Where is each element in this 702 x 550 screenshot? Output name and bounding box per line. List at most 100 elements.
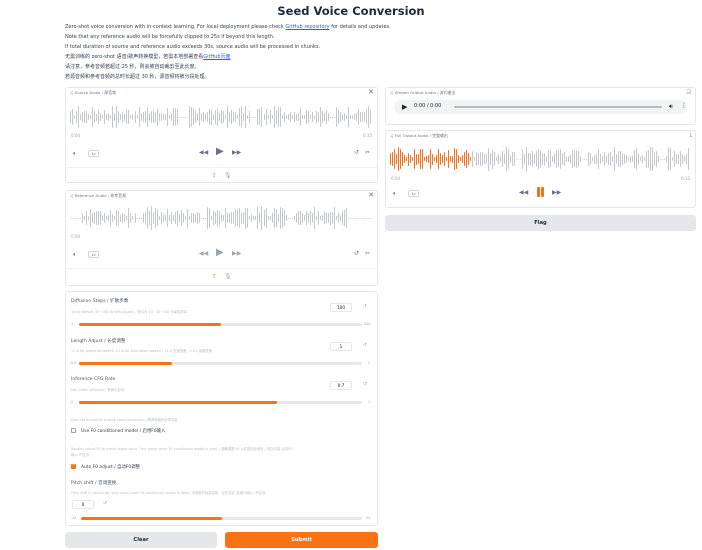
waveform-bar bbox=[96, 113, 98, 121]
waveform-bar bbox=[305, 211, 307, 225]
length-adjust-input[interactable]: 1 bbox=[330, 342, 352, 351]
waveform-bar bbox=[112, 214, 114, 222]
cfg-rate-slider[interactable] bbox=[79, 401, 362, 404]
github-link[interactable]: GitHub repository bbox=[285, 24, 329, 30]
volume-icon[interactable]: 🔈︎ bbox=[73, 251, 77, 258]
waveform-bar bbox=[522, 149, 523, 169]
waveform-bar bbox=[74, 114, 75, 120]
undo-icon[interactable]: ↺ bbox=[354, 149, 359, 156]
waveform-bar bbox=[662, 158, 663, 160]
full-output-waveform[interactable] bbox=[390, 144, 691, 174]
waveform-bar bbox=[352, 217, 354, 219]
playback-speed-button[interactable]: 1x bbox=[88, 150, 99, 157]
rewind-icon[interactable]: ◀◀ bbox=[199, 250, 208, 257]
pitch-shift-slider[interactable] bbox=[81, 517, 362, 520]
github-page-link[interactable]: GitHub页面 bbox=[203, 54, 230, 60]
stream-seek-bar[interactable] bbox=[454, 106, 662, 108]
auto-f0-checkbox[interactable]: ✓ bbox=[71, 463, 76, 469]
playback-speed-button[interactable]: 1x bbox=[408, 190, 419, 197]
waveform-bar bbox=[146, 107, 148, 127]
diffusion-steps-slider[interactable] bbox=[79, 323, 362, 326]
pitch-shift-min: -24 bbox=[71, 516, 77, 520]
play-icon[interactable]: ▶ bbox=[216, 147, 224, 157]
waveform-bar bbox=[311, 212, 313, 224]
undo-icon[interactable]: ↺ bbox=[354, 250, 359, 257]
waveform-bar bbox=[610, 152, 611, 166]
waveform-bar bbox=[188, 215, 190, 221]
waveform-bar bbox=[104, 110, 106, 124]
submit-button[interactable]: Submit bbox=[225, 532, 378, 548]
waveform-bar bbox=[257, 108, 259, 126]
upload-icon[interactable]: ⇪ bbox=[212, 273, 217, 280]
waveform-bar bbox=[478, 153, 479, 165]
waveform-bar bbox=[448, 150, 449, 168]
volume-icon[interactable]: 🔈︎ bbox=[393, 190, 397, 197]
close-icon[interactable]: ✕ bbox=[368, 89, 374, 96]
waveform-bar bbox=[588, 152, 589, 166]
download-icon[interactable]: ⤓ bbox=[690, 132, 692, 139]
waveform-bar bbox=[215, 211, 217, 225]
diffusion-steps-input[interactable]: 100 bbox=[330, 303, 352, 312]
waveform-bar bbox=[454, 147, 455, 171]
reference-waveform[interactable] bbox=[70, 203, 373, 233]
reset-icon[interactable]: ↺ bbox=[103, 501, 107, 506]
flag-button[interactable]: Flag bbox=[385, 215, 696, 231]
upload-icon[interactable]: ⇪ bbox=[212, 172, 217, 179]
pitch-shift-input[interactable]: 0 bbox=[72, 500, 94, 509]
clear-button[interactable]: Clear bbox=[65, 532, 217, 548]
source-waveform[interactable] bbox=[70, 102, 373, 132]
stream-output-panel: ♫ Stream Output Audio / 流式输出 👤︎ ▶ 0:00 /… bbox=[385, 87, 696, 125]
waveform-bar bbox=[678, 154, 679, 164]
volume-icon[interactable]: 🔈︎ bbox=[73, 150, 77, 157]
waveform-bar bbox=[217, 209, 219, 227]
waveform-bar bbox=[201, 112, 202, 122]
trim-icon[interactable]: ✂ bbox=[365, 250, 370, 257]
stream-audio-player[interactable]: ▶ 0:00 / 0:00 🔊︎ ⋮ bbox=[394, 100, 687, 114]
close-icon[interactable]: ✕ bbox=[368, 192, 374, 199]
waveform-bar bbox=[72, 108, 73, 126]
volume-icon[interactable]: 🔊︎ bbox=[669, 103, 673, 111]
playback-speed-button[interactable]: 1x bbox=[88, 251, 99, 258]
microphone-icon[interactable]: 🎙︎ bbox=[224, 172, 232, 179]
waveform-bar bbox=[209, 109, 210, 125]
diffusion-steps-label: Diffusion Steps / 扩散步数 bbox=[71, 299, 129, 304]
reset-icon[interactable]: ↺ bbox=[363, 304, 367, 309]
reset-icon[interactable]: ↺ bbox=[363, 343, 367, 348]
pause-icon[interactable] bbox=[536, 187, 545, 197]
f0-checkbox[interactable] bbox=[71, 428, 76, 433]
reset-icon[interactable]: ↺ bbox=[363, 382, 367, 387]
forward-icon[interactable]: ▶▶ bbox=[552, 189, 561, 196]
waveform-bar bbox=[122, 111, 124, 123]
waveform-bar bbox=[328, 112, 329, 122]
page-title: Seed Voice Conversion bbox=[277, 4, 425, 18]
waveform-bar bbox=[277, 106, 279, 128]
waveform-bar bbox=[168, 114, 170, 120]
waveform-bar bbox=[215, 110, 217, 124]
waveform-bar bbox=[606, 154, 607, 164]
forward-icon[interactable]: ▶▶ bbox=[232, 149, 241, 156]
waveform-bar bbox=[225, 115, 227, 119]
waveform-bar bbox=[608, 152, 609, 166]
play-icon[interactable]: ▶ bbox=[216, 248, 224, 258]
rewind-icon[interactable]: ◀◀ bbox=[519, 189, 528, 196]
waveform-bar bbox=[474, 156, 475, 162]
waveform-bar bbox=[618, 150, 619, 168]
description-line-4: 无需训练的 zero-shot 语音/歌声转换模型，若需本地部署查看GitHub… bbox=[65, 54, 231, 60]
waveform-bar bbox=[686, 153, 687, 165]
waveform-bar bbox=[452, 155, 453, 163]
forward-icon[interactable]: ▶▶ bbox=[232, 250, 241, 257]
more-options-icon[interactable]: ⋮ bbox=[681, 102, 687, 109]
rewind-icon[interactable]: ◀◀ bbox=[199, 149, 208, 156]
waveform-bar bbox=[358, 108, 360, 126]
microphone-icon[interactable]: 🎙︎ bbox=[224, 273, 232, 280]
waveform-bar bbox=[340, 111, 341, 123]
play-icon[interactable]: ▶ bbox=[402, 102, 407, 112]
description-line-5: 请注意，参考音频若超过 25 秒，则会被自动裁剪至此长度。 bbox=[65, 64, 200, 70]
trim-icon[interactable]: ✂ bbox=[365, 149, 370, 156]
length-adjust-slider[interactable] bbox=[79, 362, 362, 365]
waveform-bar bbox=[354, 217, 356, 219]
waveform-bar bbox=[88, 215, 90, 221]
waveform-bar bbox=[366, 110, 368, 124]
cfg-rate-input[interactable]: 0.7 bbox=[330, 381, 352, 390]
waveform-bar bbox=[301, 213, 303, 223]
